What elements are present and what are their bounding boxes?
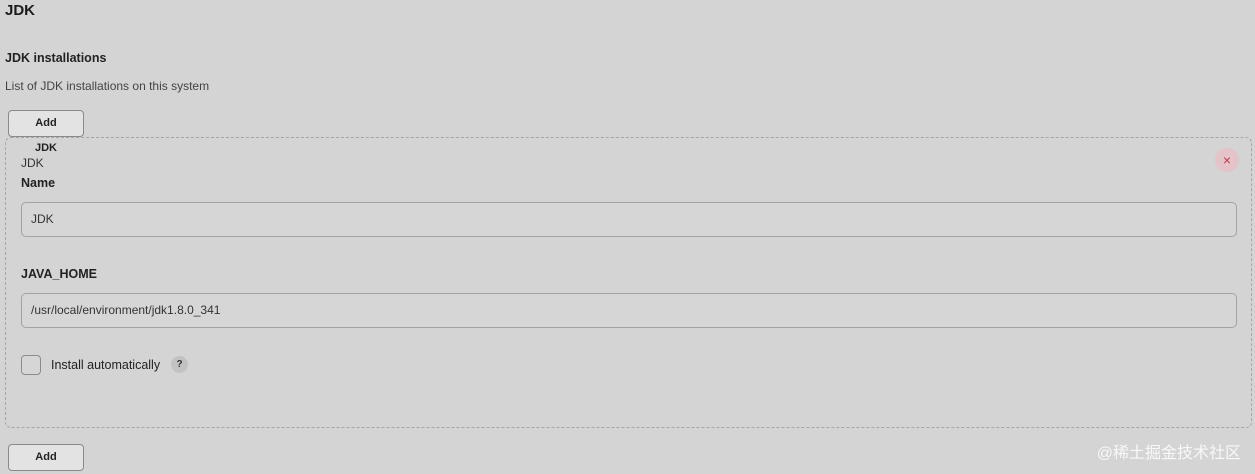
jdk-installation-card: JDK × Name JDK JAVA_HOME /usr/local/envi… [5, 137, 1252, 428]
name-input[interactable]: JDK [21, 202, 1237, 237]
jdk-card-header: JDK [21, 156, 44, 170]
name-label: Name [21, 176, 56, 190]
section-title: JDK [5, 2, 36, 19]
java-home-label: JAVA_HOME [21, 267, 97, 281]
jdk-config-page: JDK JDK installations List of JDK instal… [0, 0, 1255, 474]
install-automatically-label[interactable]: Install automatically [51, 358, 160, 372]
close-icon[interactable]: × [1215, 148, 1239, 172]
jdk-installations-label: JDK installations [5, 51, 107, 65]
add-jdk-button-top[interactable]: Add JDK [8, 110, 84, 154]
help-icon[interactable]: ? [171, 356, 188, 373]
watermark-text: @稀土掘金技术社区 [1096, 445, 1241, 462]
java-home-input[interactable]: /usr/local/environment/jdk1.8.0_341 [21, 293, 1237, 328]
install-automatically-checkbox[interactable] [21, 355, 41, 375]
jdk-installations-description: List of JDK installations on this system [5, 79, 210, 93]
add-jdk-button-bottom[interactable]: Add JDK [8, 444, 84, 471]
